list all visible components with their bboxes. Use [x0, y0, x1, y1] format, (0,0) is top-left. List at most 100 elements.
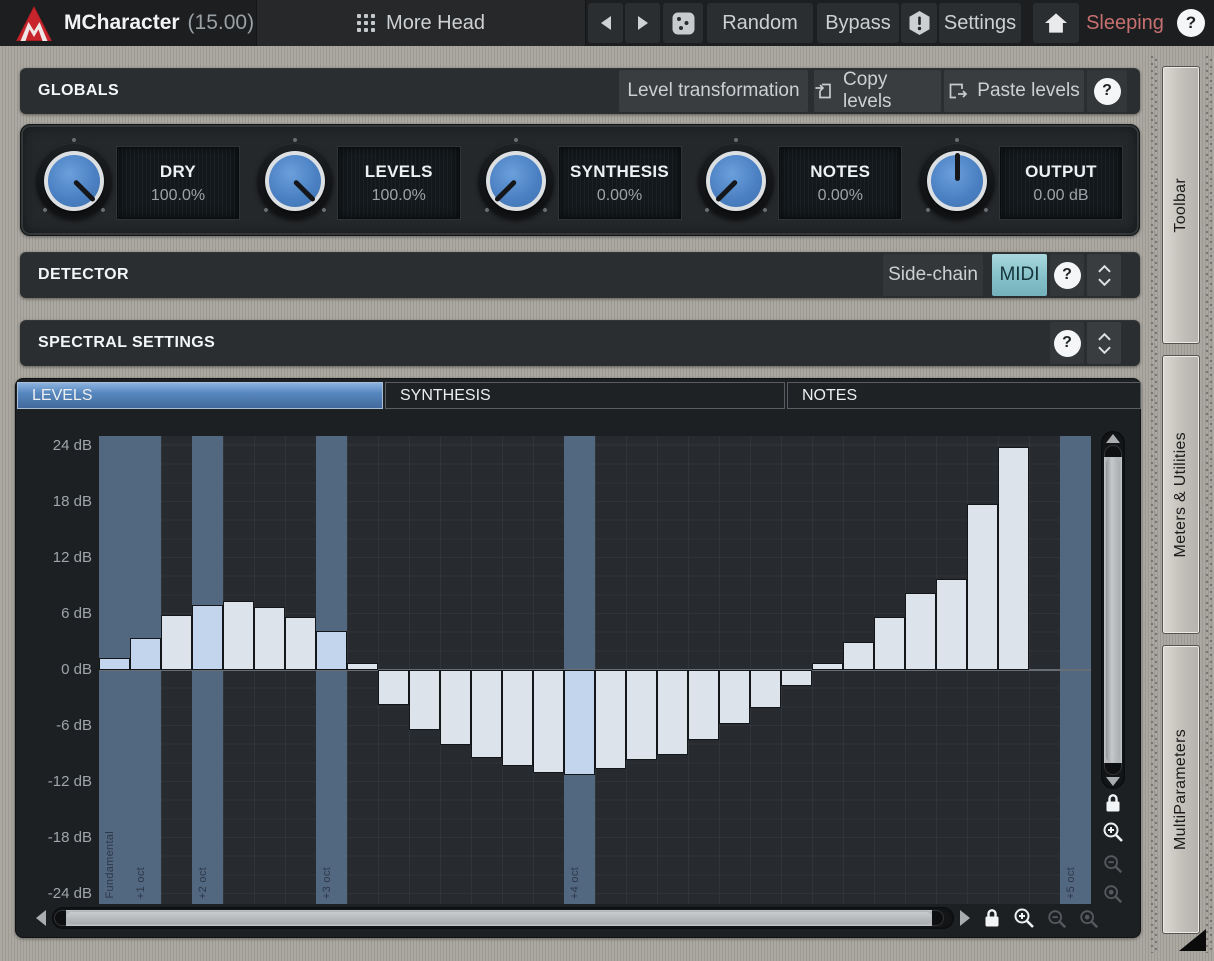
harmonic-bar-24[interactable] [812, 663, 843, 670]
harmonic-bar-7[interactable] [285, 617, 316, 670]
harmonic-bar-20[interactable] [688, 670, 719, 740]
random-button[interactable]: Random [707, 3, 813, 43]
harmonic-bar-18[interactable] [626, 670, 657, 760]
v-lock-button[interactable] [1102, 791, 1124, 815]
knob-name: OUTPUT [1025, 162, 1097, 182]
harmonic-bar-21[interactable] [719, 670, 750, 724]
sidebar-tab-toolbar[interactable]: Toolbar [1162, 66, 1200, 344]
randomize-button[interactable] [663, 3, 703, 43]
knob-name: NOTES [810, 162, 870, 182]
octave-band-label: +5 oct [1065, 867, 1077, 899]
harmonic-bar-14[interactable] [502, 670, 533, 766]
h-zoom-in-button[interactable] [1011, 905, 1037, 931]
synthesis-knob[interactable] [473, 138, 559, 224]
status-label[interactable]: Sleeping [1085, 0, 1165, 46]
harmonic-bar-1[interactable] [99, 658, 130, 670]
harmonic-bar-4[interactable] [192, 605, 223, 670]
spectral-collapse-button[interactable] [1087, 322, 1121, 364]
tab-notes[interactable]: NOTES [787, 382, 1141, 409]
dry-knob[interactable] [31, 138, 117, 224]
sidebar-tab-label: Toolbar [1172, 178, 1190, 233]
v-zoom-default-button[interactable] [1100, 881, 1126, 907]
harmonic-bar-2[interactable] [130, 638, 161, 670]
harmonic-bar-13[interactable] [471, 670, 502, 758]
y-tick-label: -24 dB [30, 885, 92, 903]
h-lock-button[interactable] [981, 906, 1003, 930]
help-button[interactable]: ? [1172, 3, 1210, 43]
h-zoom-out-button[interactable] [1044, 906, 1070, 932]
knob-name: SYNTHESIS [570, 162, 669, 182]
resize-handle[interactable] [1179, 929, 1206, 951]
preset-selector-button[interactable]: More Head [256, 0, 586, 46]
harmonic-bar-3[interactable] [161, 615, 192, 670]
levels-knob[interactable] [252, 138, 338, 224]
spectral-help-button[interactable]: ? [1050, 322, 1084, 364]
octave-band-label: +2 oct [197, 867, 209, 899]
knob-value: 0.00% [597, 187, 642, 205]
harmonic-bar-9[interactable] [347, 663, 378, 670]
globals-help-button[interactable]: ? [1087, 70, 1127, 112]
harmonic-bar-30[interactable] [998, 447, 1029, 670]
harmonic-bar-8[interactable] [316, 631, 347, 670]
settings-button[interactable]: Settings [939, 3, 1021, 43]
harmonic-bar-23[interactable] [781, 670, 812, 686]
harmonic-bar-22[interactable] [750, 670, 781, 708]
h-zoom-default-button[interactable] [1076, 906, 1102, 932]
output-knob[interactable] [914, 138, 1000, 224]
horizontal-scrollbar[interactable] [52, 907, 954, 929]
sidebar-tab-meters-utilities[interactable]: Meters & Utilities [1162, 355, 1200, 634]
next-preset-button[interactable] [625, 3, 660, 43]
harmonic-level-plot[interactable]: Fundamental+1 oct+2 oct+3 oct+4 oct+5 oc… [99, 436, 1091, 904]
previous-preset-button[interactable] [588, 3, 623, 43]
octave-band-label: Fundamental [104, 831, 116, 899]
harmonic-bar-5[interactable] [223, 601, 254, 670]
harmonic-bar-26[interactable] [874, 617, 905, 670]
melda-logo[interactable] [14, 4, 54, 44]
harmonic-bar-11[interactable] [409, 670, 440, 730]
y-tick-label: -18 dB [30, 829, 92, 847]
harmonic-bar-28[interactable] [936, 579, 967, 670]
scroll-down-arrow-icon[interactable] [1106, 777, 1120, 786]
harmonic-bar-25[interactable] [843, 642, 874, 670]
home-button[interactable] [1033, 3, 1079, 43]
knob-value: 0.00 dB [1033, 187, 1088, 205]
harmonic-bar-10[interactable] [378, 670, 409, 705]
harmonic-bar-12[interactable] [440, 670, 471, 745]
v-zoom-out-button[interactable] [1100, 851, 1126, 877]
harmonic-bar-27[interactable] [905, 593, 936, 670]
tab-levels[interactable]: LEVELS [17, 382, 383, 409]
harmonic-bar-19[interactable] [657, 670, 688, 755]
harmonic-bar-6[interactable] [254, 607, 285, 670]
vertical-scrollbar-thumb[interactable] [1104, 445, 1122, 775]
output-value-display[interactable]: OUTPUT 0.00 dB [1000, 147, 1122, 219]
notes-value-display[interactable]: NOTES 0.00% [779, 147, 901, 219]
scroll-right-button[interactable] [956, 907, 974, 929]
bypass-button[interactable]: Bypass [817, 3, 899, 43]
midi-button[interactable]: MIDI [992, 254, 1047, 296]
y-tick-label: -6 dB [30, 717, 92, 735]
scroll-left-button[interactable] [32, 907, 50, 929]
harmonic-bar-29[interactable] [967, 504, 998, 670]
copy-levels-button[interactable]: Copy levels [814, 70, 941, 112]
vertical-scrollbar[interactable] [1101, 431, 1125, 789]
preset-name: More Head [386, 12, 485, 35]
level-transformation-button[interactable]: Level transformation [619, 70, 808, 112]
paste-levels-button[interactable]: Paste levels [944, 70, 1084, 112]
plugin-title: MCharacter (15.00) [64, 0, 254, 46]
tab-synthesis[interactable]: SYNTHESIS [385, 382, 785, 409]
side-chain-button[interactable]: Side-chain [883, 254, 983, 296]
levels-value-display[interactable]: LEVELS 100.0% [338, 147, 460, 219]
sidebar-tab-multiparameters[interactable]: MultiParameters [1162, 645, 1200, 934]
synthesis-value-display[interactable]: SYNTHESIS 0.00% [559, 147, 681, 219]
harmonic-bar-15[interactable] [533, 670, 564, 773]
horizontal-scrollbar-thumb[interactable] [54, 910, 944, 926]
scroll-up-arrow-icon[interactable] [1106, 434, 1120, 443]
notes-knob[interactable] [693, 138, 779, 224]
v-zoom-in-button[interactable] [1100, 819, 1126, 845]
detector-collapse-button[interactable] [1087, 254, 1121, 296]
dry-value-display[interactable]: DRY 100.0% [117, 147, 239, 219]
harmonic-bar-17[interactable] [595, 670, 626, 769]
detector-help-button[interactable]: ? [1050, 254, 1084, 296]
harmonic-bar-16[interactable] [564, 670, 595, 775]
warning-button[interactable] [901, 3, 937, 43]
